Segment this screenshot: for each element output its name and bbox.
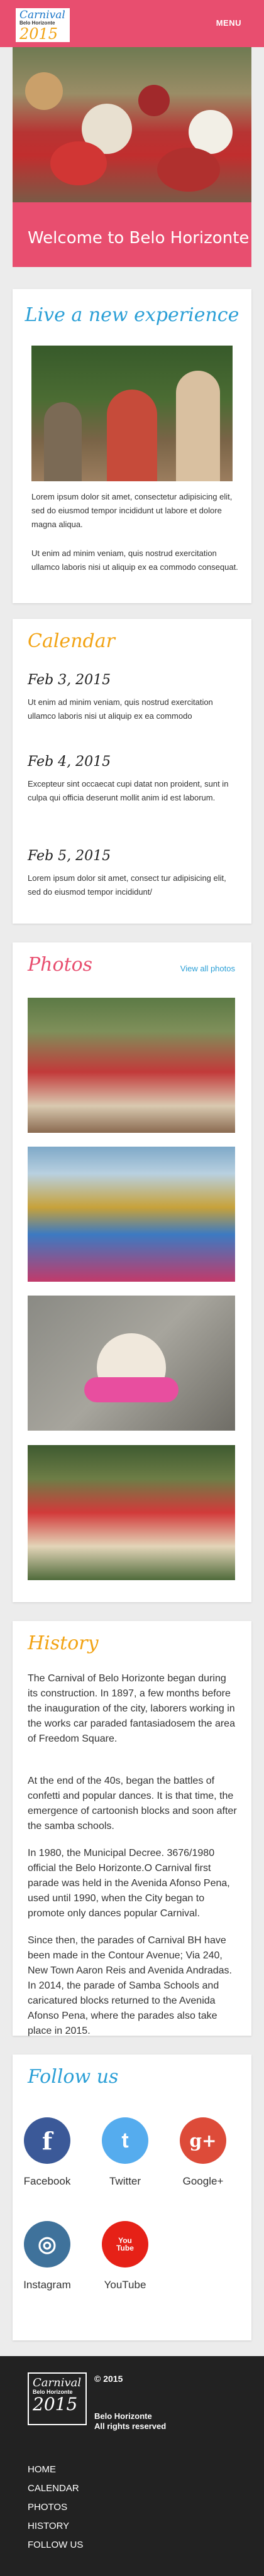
- history-paragraph: In 1980, the Municipal Decree. 3676/1980…: [28, 1848, 230, 1919]
- footer-logo-line-1: Carnival: [33, 2376, 82, 2389]
- photos-card: Photos View all photos: [13, 942, 251, 1602]
- facebook-link[interactable]: f Facebook: [13, 2117, 82, 2188]
- photo-thumbnail[interactable]: [28, 998, 235, 1133]
- facebook-icon: f: [24, 2117, 70, 2164]
- event-date: Feb 3, 2015: [28, 672, 111, 688]
- hero-photo: [13, 47, 251, 202]
- footer-logo-line-3: 2015: [33, 2394, 78, 2415]
- facebook-label: Facebook: [23, 2175, 71, 2187]
- hero-title: Welcome to Belo Horizonte: [28, 229, 250, 248]
- youtube-label: YouTube: [104, 2279, 146, 2291]
- instagram-label: Instagram: [23, 2279, 71, 2291]
- calendar-title: Calendar: [28, 630, 115, 652]
- event-text: Ut enim ad minim veniam, quis nostrud ex…: [28, 697, 213, 721]
- event-date: Feb 4, 2015: [28, 754, 111, 770]
- twitter-icon: t: [102, 2117, 148, 2164]
- instagram-icon: ◎: [24, 2221, 70, 2268]
- footer-rights: All rights reserved: [94, 2421, 167, 2431]
- hero-band: Welcome to Belo Horizonte: [13, 202, 251, 267]
- google-plus-label: Google+: [182, 2175, 224, 2187]
- photos-title: Photos: [28, 954, 93, 976]
- footer-nav-follow-us[interactable]: FOLLOW US: [28, 2536, 83, 2555]
- footer: Carnival Belo Horizonte 2015 © 2015 Belo…: [0, 2356, 264, 2576]
- footer-city: Belo Horizonte: [94, 2411, 152, 2421]
- photo-thumbnail[interactable]: [28, 1445, 235, 1580]
- event-date: Feb 5, 2015: [28, 848, 111, 864]
- logo-line-1: Carnival: [19, 9, 65, 21]
- footer-nav-calendar[interactable]: CALENDAR: [28, 2479, 83, 2498]
- event-text: Excepteur sint occaecat cupi datat non p…: [28, 779, 229, 802]
- history-title: History: [28, 1632, 99, 1654]
- photo-thumbnail[interactable]: [28, 1147, 235, 1282]
- follow-title: Follow us: [28, 2066, 119, 2088]
- history-card: History The Carnival of Belo Horizonte b…: [13, 1621, 251, 2036]
- footer-nav: HOME CALENDAR PHOTOS HISTORY FOLLOW US: [28, 2460, 83, 2555]
- youtube-link[interactable]: You Tube YouTube: [91, 2221, 160, 2291]
- footer-nav-home[interactable]: HOME: [28, 2460, 83, 2479]
- google-plus-icon: g+: [180, 2117, 226, 2164]
- calendar-card: Calendar Feb 3, 2015 Ut enim ad minim ve…: [13, 619, 251, 924]
- footer-city-block: Belo Horizonte All rights reserved: [94, 2411, 166, 2431]
- twitter-link[interactable]: t Twitter: [91, 2117, 160, 2188]
- footer-nav-history[interactable]: HISTORY: [28, 2517, 83, 2536]
- google-plus-link[interactable]: g+ Google+: [168, 2117, 238, 2188]
- youtube-icon: You Tube: [102, 2221, 148, 2268]
- footer-logo[interactable]: Carnival Belo Horizonte 2015: [28, 2372, 87, 2425]
- history-paragraph: Since then, the parades of Carnival BH h…: [28, 1935, 232, 2036]
- history-paragraph: At the end of the 40s, began the battles…: [28, 1776, 237, 1831]
- logo-line-3: 2015: [19, 25, 58, 43]
- top-bar: Carnival Belo Horizonte 2015 MENU: [0, 0, 264, 47]
- footer-nav-photos[interactable]: PHOTOS: [28, 2498, 83, 2517]
- twitter-label: Twitter: [109, 2175, 141, 2187]
- footer-copyright: © 2015: [94, 2374, 123, 2384]
- live-paragraph-2: Ut enim ad minim veniam, quis nostrud ex…: [31, 548, 238, 572]
- photo-thumbnail[interactable]: [28, 1296, 235, 1431]
- follow-card: Follow us f Facebook t Twitter g+ Google…: [13, 2055, 251, 2340]
- hero: Welcome to Belo Horizonte: [13, 47, 251, 267]
- live-card: Live a new experience Lorem ipsum dolor …: [13, 289, 251, 603]
- history-paragraph: The Carnival of Belo Horizonte began dur…: [28, 1673, 235, 1744]
- site-logo[interactable]: Carnival Belo Horizonte 2015: [14, 6, 72, 44]
- view-all-photos-link[interactable]: View all photos: [180, 964, 235, 973]
- menu-button[interactable]: MENU: [216, 18, 241, 28]
- live-title: Live a new experience: [25, 304, 239, 326]
- live-photo: [31, 346, 233, 481]
- live-paragraph-1: Lorem ipsum dolor sit amet, consectetur …: [31, 492, 233, 529]
- event-text: Lorem ipsum dolor sit amet, consect tur …: [28, 873, 226, 897]
- instagram-link[interactable]: ◎ Instagram: [13, 2221, 82, 2291]
